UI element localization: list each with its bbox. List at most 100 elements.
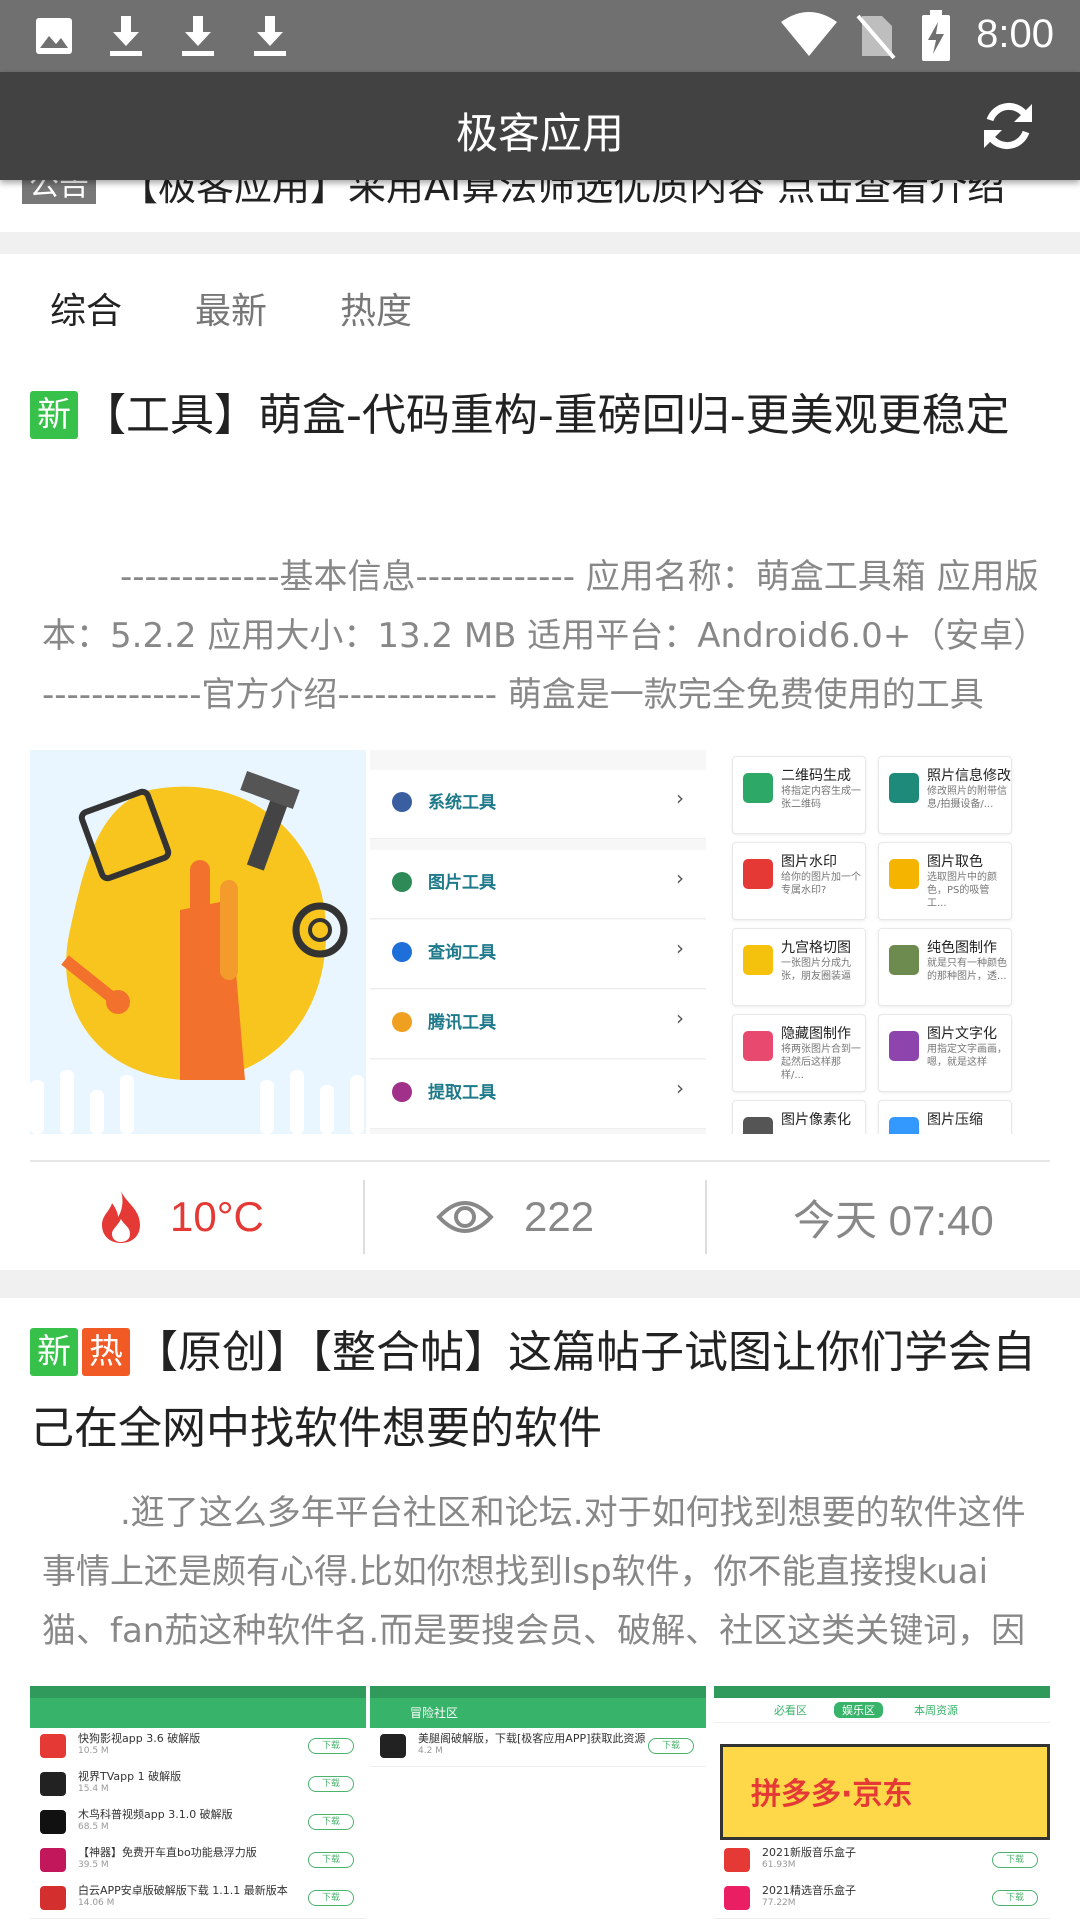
section-gap xyxy=(0,1270,1080,1298)
download-icon xyxy=(182,16,214,56)
post-image-1[interactable]: 快狗影视app 3.6 破解版 10.5 M 下载 视界TVapp 1 破解版 15.… xyxy=(30,1686,366,1920)
download-button: 下载 xyxy=(308,1890,354,1906)
download-icon xyxy=(254,16,286,56)
screenshot-item: 木鸟科普视频app 3.1.0 破解版 68.5 M 下载 xyxy=(30,1804,366,1843)
screenshot-item: 2021新版音乐盒子 61.93M 下载 xyxy=(714,1842,1050,1881)
grid-icon xyxy=(743,945,773,975)
app-icon xyxy=(40,1772,66,1796)
new-badge: 新 xyxy=(30,391,78,439)
screenshot-banner: 拼多多·京东 xyxy=(720,1744,1050,1840)
app-icon xyxy=(40,1848,66,1872)
tool-card: 图片压缩 xyxy=(878,1100,1012,1134)
tool-card: 隐藏图制作 将两张图片合到一起然后这样那样/... xyxy=(732,1014,866,1092)
download-button: 下载 xyxy=(308,1814,354,1830)
views-count: 222 xyxy=(524,1193,595,1240)
menu-row: 图片工具 › xyxy=(370,850,706,919)
photo-edit-icon xyxy=(889,773,919,803)
download-button: 下载 xyxy=(308,1738,354,1754)
post-summary: -------------基本信息------------- 应用名称：萌盒工具… xyxy=(42,557,1048,715)
toolbox-illustration xyxy=(30,771,364,1134)
app-icon xyxy=(380,1734,406,1758)
screenshot-tabs: 必看区 娱乐区 本周资源 xyxy=(714,1698,1050,1723)
screenshot-item: 【神器】免费开车直bo功能悬浮力版 39.5 M 下载 xyxy=(30,1842,366,1881)
eye-icon xyxy=(436,1201,494,1233)
stats-separator xyxy=(363,1180,365,1254)
download-icon xyxy=(110,16,142,56)
post-title-text: 【工具】萌盒-代码重构-重磅回归-更美观更稳定 xyxy=(82,390,1010,441)
screenshot-item: 视界TVapp 1 破解版 15.4 M 下载 xyxy=(30,1766,366,1805)
tool-card: 照片信息修改 修改照片的附带信息/拍摄设备/... xyxy=(878,756,1012,834)
eyedropper-icon xyxy=(889,859,919,889)
tool-card: 图片取色 选取图片中的颜色，PS的吸管工... xyxy=(878,842,1012,920)
page-title: 极客应用 xyxy=(455,109,624,158)
app-icon xyxy=(40,1886,66,1910)
post-image-3[interactable]: 必看区 娱乐区 本周资源 拼多多·京东 2021新版音乐盒子 61.93M 下载 2… xyxy=(714,1686,1050,1920)
watermark-icon xyxy=(743,859,773,889)
menu-row: 腾讯工具 › xyxy=(370,990,706,1059)
battery-charging-icon xyxy=(922,10,950,61)
download-button: 下载 xyxy=(308,1852,354,1868)
qr-code-icon xyxy=(743,773,773,803)
tab-latest[interactable]: 最新 xyxy=(195,282,267,334)
post-image-1[interactable] xyxy=(30,750,366,1134)
app-icon xyxy=(40,1810,66,1834)
shield-icon xyxy=(392,792,412,812)
wifi-icon xyxy=(781,12,837,56)
menu-row: 系统工具 › xyxy=(370,770,706,839)
status-time: 8:00 xyxy=(976,12,1054,56)
post-summary: .逛了这么多年平台社区和论坛.对于如何找到想要的软件这件事情上还是颇有心得.比如… xyxy=(42,1493,1026,1651)
tool-card: 图片水印 给你的图片加一个专属水印? xyxy=(732,842,866,920)
download-button: 下载 xyxy=(992,1852,1038,1868)
post-time-text: 今天 07:40 xyxy=(793,1196,994,1244)
post-image-2[interactable]: 系统工具 › 图片工具 › 查询工具 › 腾讯工具 › 提取工具 › xyxy=(370,750,706,1134)
app-icon xyxy=(724,1848,750,1872)
section-gap xyxy=(0,232,1080,254)
menu-row: 查询工具 › xyxy=(370,920,706,989)
tab-comprehensive[interactable]: 综合 xyxy=(50,282,122,334)
screenshot-item: 快狗影视app 3.6 破解版 10.5 M 下载 xyxy=(30,1728,366,1767)
refresh-icon[interactable] xyxy=(976,94,1040,158)
tool-card: 图片像素化 xyxy=(732,1100,866,1134)
heat-value: 10°C xyxy=(170,1193,264,1240)
text-image-icon xyxy=(889,1031,919,1061)
post-time: 今天 07:40 xyxy=(793,1164,1043,1270)
screenshot-item: 2021精选音乐盒子 77.22M 下载 xyxy=(714,1880,1050,1919)
screenshot-status xyxy=(30,1686,366,1698)
status-bar: 8:00 xyxy=(0,0,1080,72)
post-title[interactable]: 新热【原创】【整合帖】这篇帖子试图让你们学会自己在全网中找软件想要的软件 xyxy=(30,1315,1050,1467)
post-image-2[interactable]: 冒险社区 美腿阁破解版，下载[极客应用APP]获取此资源 4.2 M 下载 xyxy=(370,1686,706,1920)
menu-row: 提取工具 › xyxy=(370,1060,706,1129)
compress-icon xyxy=(889,1117,919,1134)
solid-image-icon xyxy=(889,945,919,975)
chevron-right-icon: › xyxy=(676,786,684,810)
app-bar: 极客应用 xyxy=(0,72,1080,180)
app-icon xyxy=(40,1734,66,1758)
chevron-right-icon: › xyxy=(676,866,684,890)
extract-icon xyxy=(392,1082,412,1102)
smile-icon xyxy=(392,1012,412,1032)
app-icon xyxy=(724,1886,750,1910)
tab-bar: 综合 最新 热度 xyxy=(0,254,1080,354)
post-title-text: 【原创】【整合帖】这篇帖子试图让你们学会自己在全网中找软件想要的软件 xyxy=(30,1327,1036,1454)
download-button: 下载 xyxy=(648,1738,694,1754)
screenshot-item: 白云APP安卓版破解版下载 1.1.1 最新版本 14.06 M 下载 xyxy=(30,1880,366,1919)
stats-separator xyxy=(705,1180,707,1254)
screenshot-search: 冒险社区 xyxy=(370,1698,706,1728)
tool-card: 二维码生成 将指定内容生成一张二维码 xyxy=(732,756,866,834)
views-stat: 222 xyxy=(436,1164,656,1270)
hot-badge: 热 xyxy=(82,1328,130,1376)
chevron-right-icon: › xyxy=(676,1076,684,1100)
download-button: 下载 xyxy=(308,1776,354,1792)
post-title[interactable]: 新【工具】萌盒-代码重构-重磅回归-更美观更稳定 xyxy=(30,378,1050,454)
fire-icon xyxy=(102,1191,140,1243)
post-image-3[interactable]: 二维码生成 将指定内容生成一张二维码 照片信息修改 修改照片的附带信息/拍摄设备/.… xyxy=(710,750,1050,1134)
tab-popular[interactable]: 热度 xyxy=(340,282,412,334)
tool-card: 纯色图制作 就是只有一种颜色的那种图片，透... xyxy=(878,928,1012,1006)
screenshot-status xyxy=(714,1686,1050,1698)
globe-icon xyxy=(392,942,412,962)
chevron-right-icon: › xyxy=(676,936,684,960)
screenshot-search xyxy=(30,1698,366,1728)
post-stats: 10°C 222 今天 07:40 xyxy=(0,1164,1080,1270)
tool-card: 图片文字化 用指定文字画画，嗯，就是这样 xyxy=(878,1014,1012,1092)
download-button: 下载 xyxy=(992,1890,1038,1906)
